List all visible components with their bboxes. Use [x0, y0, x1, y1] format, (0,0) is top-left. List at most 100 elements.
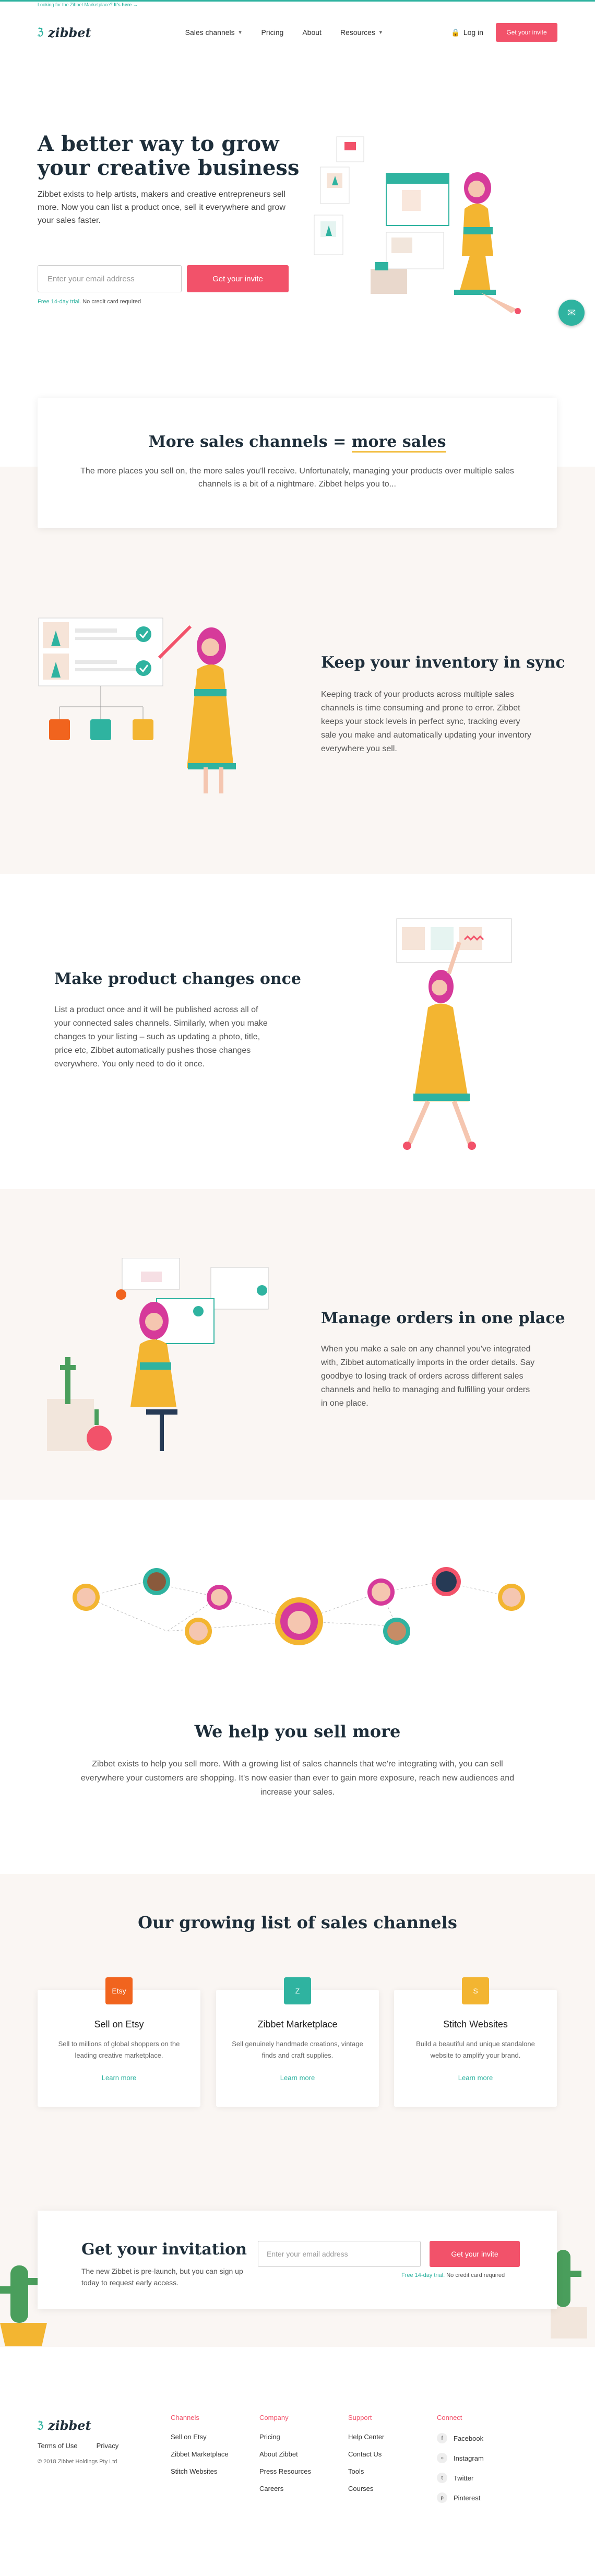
pinterest-icon: p [437, 2492, 447, 2503]
logo[interactable]: ℨ zibbet [38, 25, 91, 40]
lock-icon: 🔒 [451, 28, 460, 37]
hero-invite-button[interactable]: Get your invite [187, 265, 289, 292]
social-pinterest[interactable]: p Pinterest [437, 2492, 484, 2503]
channel-card-zibbet: Z Zibbet Marketplace Sell genuinely hand… [216, 1977, 379, 2107]
footer-link[interactable]: Press Resources [259, 2467, 311, 2475]
footer-col-support: Support Help Center Contact Us Tools Cou… [348, 2414, 384, 2502]
nav-pricing[interactable]: Pricing [261, 28, 284, 37]
footer-link[interactable]: Stitch Websites [171, 2467, 229, 2475]
inventory-title: Keep your inventory in sync [321, 654, 565, 672]
nav-label: Sales channels [185, 28, 235, 37]
footer-link[interactable]: Careers [259, 2485, 311, 2492]
instagram-icon: ○ [437, 2453, 447, 2463]
footer: ℨ zibbet Terms of Use Privacy © 2018 Zib… [0, 2347, 595, 2576]
footer-link[interactable]: Contact Us [348, 2450, 384, 2458]
footer-col-connect: Connect f Facebook ○ Instagram t Twitter pP… [437, 2414, 484, 2512]
footer-link[interactable]: Courses [348, 2485, 384, 2492]
footer-link[interactable]: Pricing [259, 2433, 311, 2441]
footer-link[interactable]: About Zibbet [259, 2450, 311, 2458]
product-changes-illustration [396, 918, 512, 1150]
chat-button[interactable]: ✉ [558, 300, 585, 326]
trial-text: No credit card required [82, 299, 141, 305]
learn-more-link[interactable]: Learn more [394, 2074, 557, 2082]
zibbet-logo-icon: ℨ [38, 27, 44, 38]
invite-text: The new Zibbet is pre-launch, but you ca… [81, 2267, 243, 2287]
chevron-down-icon: ▼ [378, 30, 383, 35]
twitter-icon: t [437, 2473, 447, 2483]
login-label: Log in [463, 28, 483, 37]
privacy-link[interactable]: Privacy [97, 2442, 119, 2450]
channel-desc: Build a beautiful and unique standalone … [416, 2040, 535, 2059]
social-label: Twitter [454, 2474, 474, 2482]
hero-subtitle: Zibbet exists to help artists, makers an… [38, 190, 285, 225]
footer-link[interactable]: Tools [348, 2467, 384, 2475]
nav-label: About [302, 28, 322, 37]
zibbet-logo-icon: ℨ [38, 2419, 44, 2431]
zibbet-icon: Z [284, 1977, 311, 2004]
footer-link[interactable]: Zibbet Marketplace [171, 2450, 229, 2458]
footer-col-title: Channels [171, 2414, 199, 2421]
nav-about[interactable]: About [302, 28, 322, 37]
channel-card-etsy: Etsy Sell on Etsy Sell to millions of gl… [38, 1977, 200, 2107]
invite-email-input[interactable]: Enter your email address [258, 2241, 421, 2267]
social-facebook[interactable]: f Facebook [437, 2433, 484, 2443]
channels-title: Our growing list of sales channels [138, 1913, 457, 1932]
invite-title: Get your invitation [81, 2240, 247, 2259]
invite-button[interactable]: Get your invite [430, 2241, 520, 2267]
social-instagram[interactable]: ○ Instagram [437, 2453, 484, 2463]
footer-link[interactable]: Help Center [348, 2433, 384, 2441]
footer-col-channels: Channels Sell on Etsy Zibbet Marketplace… [171, 2414, 229, 2485]
header-invite-button[interactable]: Get your invite [496, 23, 557, 42]
more-title-a: More sales channels [148, 433, 328, 451]
footer-link[interactable]: Sell on Etsy [171, 2433, 229, 2441]
footer-col-title: Support [348, 2414, 372, 2421]
channel-desc: Sell genuinely handmade creations, vinta… [232, 2040, 363, 2059]
invite-card: Get your invitation The new Zibbet is pr… [38, 2211, 557, 2309]
channel-name: Stitch Websites [443, 2019, 508, 2029]
social-twitter[interactable]: t Twitter [437, 2473, 484, 2483]
orders-title: Manage orders in one place [321, 1309, 565, 1327]
orders-text: When you make a sale on any channel you'… [321, 1345, 535, 1408]
nav-label: Resources [340, 28, 375, 37]
more-title-b: more sales [351, 433, 446, 453]
header-actions: 🔒 Log in Get your invite [451, 23, 557, 42]
social-label: Pinterest [454, 2494, 481, 2502]
hero-trial-hint: Free 14-day trial. No credit card requir… [38, 299, 141, 305]
invite-trial-hint: Free 14-day trial. No credit card requir… [401, 2272, 505, 2278]
channel-desc: Sell to millions of global shoppers on t… [58, 2040, 180, 2059]
social-label: Facebook [454, 2434, 484, 2442]
hero-email-input[interactable]: Enter your email address [38, 265, 182, 292]
channel-name: Sell on Etsy [94, 2019, 144, 2029]
inventory-illustration [38, 618, 236, 793]
footer-legal-links: Terms of Use Privacy [38, 2442, 118, 2450]
header: ℨ zibbet Sales channels ▼ Pricing About R… [38, 21, 557, 44]
footer-col-company: Company Pricing About Zibbet Press Resou… [259, 2414, 311, 2502]
announcement-text: Looking for the Zibbet Marketplace? [38, 2, 113, 7]
nav-sales-channels[interactable]: Sales channels ▼ [185, 28, 243, 37]
sell-more-title: We help you sell more [194, 1722, 401, 1741]
terms-link[interactable]: Terms of Use [38, 2442, 78, 2450]
sell-more-text: Zibbet exists to help you sell more. Wit… [80, 1760, 515, 1797]
more-sales-text: The more places you sell on, the more sa… [80, 467, 514, 489]
hero-illustration [314, 136, 521, 314]
inventory-text: Keeping track of your products across mu… [321, 690, 531, 753]
more-sales-card: More sales channels = more sales The mor… [38, 398, 557, 528]
nav-resources[interactable]: Resources ▼ [340, 28, 383, 37]
learn-more-link[interactable]: Learn more [216, 2074, 379, 2082]
learn-more-link[interactable]: Learn more [38, 2074, 200, 2082]
footer-col-title: Company [259, 2414, 289, 2421]
stitch-icon: S [462, 1977, 489, 2004]
login-link[interactable]: 🔒 Log in [451, 28, 483, 37]
orders-illustration [47, 1258, 269, 1451]
footer-logo[interactable]: ℨ zibbet [38, 2418, 91, 2433]
channel-card-stitch: S Stitch Websites Build a beautiful and … [394, 1977, 557, 2107]
main-nav: Sales channels ▼ Pricing About Resources ▼ [185, 28, 383, 37]
more-title-equals: = [333, 433, 347, 451]
channel-name: Zibbet Marketplace [257, 2019, 338, 2029]
trial-strong: Free 14-day trial. [401, 2272, 445, 2278]
facebook-icon: f [437, 2433, 447, 2443]
hero-title: A better way to grow your creative busin… [38, 132, 300, 180]
trial-text: No credit card required [446, 2272, 505, 2278]
announcement-link[interactable]: It's here → [114, 2, 138, 7]
chat-icon: ✉ [567, 307, 576, 319]
